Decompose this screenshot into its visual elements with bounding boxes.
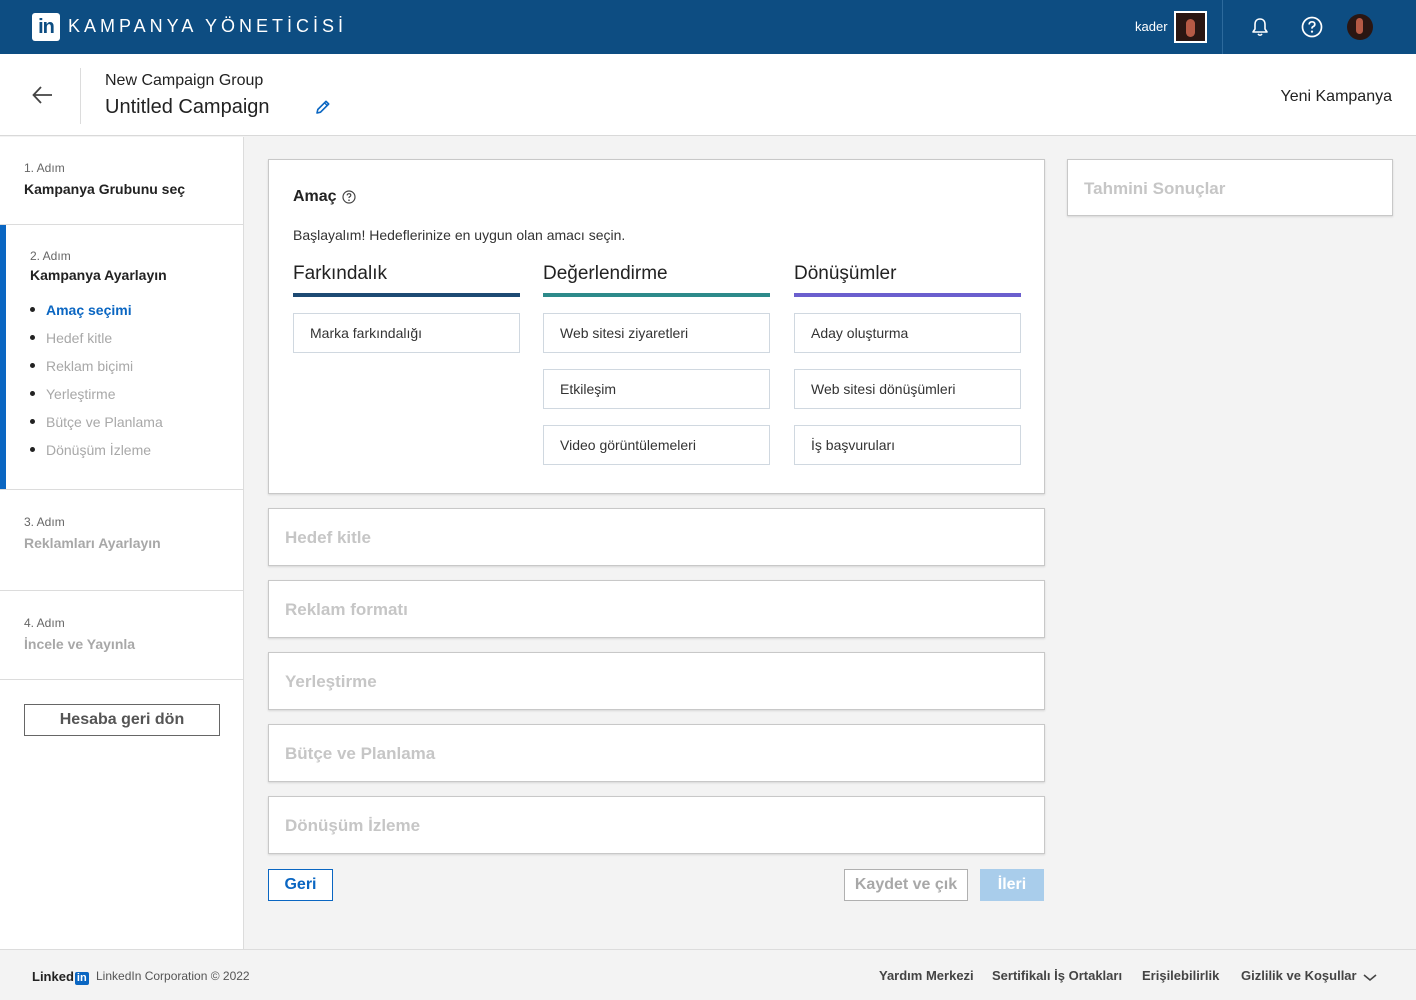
footer-brand-text: Linked	[32, 969, 74, 984]
step-title: Reklamları Ayarlayın	[24, 535, 161, 551]
step-number: 4. Adım	[24, 616, 65, 630]
column-accent-bar	[794, 293, 1021, 297]
copyright-text: LinkedIn Corporation © 2022	[96, 969, 250, 983]
back-arrow-icon[interactable]	[30, 82, 56, 108]
awareness-column: Farkındalık Marka farkındalığı	[293, 263, 520, 369]
step-number: 2. Adım	[30, 249, 71, 263]
objective-option[interactable]: Aday oluşturma	[794, 313, 1021, 353]
estimated-results-title: Tahmini Sonuçlar	[1084, 179, 1226, 198]
save-and-exit-button[interactable]: Kaydet ve çık	[844, 869, 968, 901]
column-title: Farkındalık	[293, 263, 387, 284]
objective-option[interactable]: İş başvuruları	[794, 425, 1021, 465]
conversions-column: Dönüşümler Aday oluşturma Web sitesi dön…	[794, 263, 1021, 481]
section-conversion-tracking[interactable]: Dönüşüm İzleme	[268, 796, 1045, 854]
step-number: 1. Adım	[24, 161, 65, 175]
return-to-account-button[interactable]: Hesaba geri dön	[24, 704, 220, 736]
question-icon[interactable]	[342, 190, 356, 204]
substep-budget[interactable]: Bütçe ve Planlama	[30, 413, 163, 441]
objective-option[interactable]: Video görüntülemeleri	[543, 425, 770, 465]
account-thumbnail[interactable]	[1174, 11, 1207, 43]
objective-option[interactable]: Marka farkındalığı	[293, 313, 520, 353]
substep-audience[interactable]: Hedef kitle	[30, 329, 163, 357]
new-campaign-label: Yeni Kampanya	[1280, 88, 1393, 105]
step-title: Kampanya Grubunu seç	[24, 181, 186, 197]
footer-link-accessibility[interactable]: Erişilebilirlik	[1142, 968, 1219, 983]
step-1[interactable]: 1. Adım Kampanya Grubunu seç	[0, 137, 244, 225]
substep-placement[interactable]: Yerleştirme	[30, 385, 163, 413]
campaign-group-name: New Campaign Group	[105, 72, 264, 89]
section-budget[interactable]: Bütçe ve Planlama	[268, 724, 1045, 782]
section-placement[interactable]: Yerleştirme	[268, 652, 1045, 710]
campaign-header: New Campaign Group Untitled Campaign Yen…	[0, 54, 1416, 136]
footer-brand-in: in	[74, 972, 89, 985]
section-label: Dönüşüm İzleme	[285, 816, 421, 835]
column-accent-bar	[293, 293, 520, 297]
bell-icon[interactable]	[1248, 15, 1272, 39]
section-label: Hedef kitle	[285, 528, 371, 547]
section-audience[interactable]: Hedef kitle	[268, 508, 1045, 566]
objective-card: Amaç Başlayalım! Hedeflerinize en uygun …	[268, 159, 1045, 494]
step-3[interactable]: 3. Adım Reklamları Ayarlayın	[0, 490, 244, 591]
objective-option[interactable]: Web sitesi dönüşümleri	[794, 369, 1021, 409]
step-2[interactable]: 2. Adım Kampanya Ayarlayın Amaç seçimi H…	[0, 225, 244, 490]
substep-ad-format[interactable]: Reklam biçimi	[30, 357, 163, 385]
substep-conversion[interactable]: Dönüşüm İzleme	[30, 441, 163, 469]
footer-link-privacy-terms[interactable]: Gizlilik ve Koşullar	[1241, 968, 1357, 983]
substep-objective[interactable]: Amaç seçimi	[30, 301, 163, 329]
section-label: Bütçe ve Planlama	[285, 744, 436, 763]
substep-list: Amaç seçimi Hedef kitle Reklam biçimi Ye…	[30, 301, 163, 469]
step-title: Kampanya Ayarlayın	[30, 267, 167, 283]
column-title: Dönüşümler	[794, 263, 897, 284]
header-divider	[80, 68, 81, 124]
objective-option[interactable]: Web sitesi ziyaretleri	[543, 313, 770, 353]
back-button[interactable]: Geri	[268, 869, 333, 901]
objective-title: Amaç	[293, 188, 337, 205]
footer-linkedin-logo: Linked in	[32, 969, 89, 985]
top-navigation-bar: in KAMPANYA YÖNETİCİSİ kader	[0, 0, 1416, 54]
objective-subtitle: Başlayalım! Hedeflerinize en uygun olan …	[293, 227, 626, 243]
profile-avatar[interactable]	[1347, 14, 1373, 40]
active-step-indicator	[0, 225, 6, 489]
column-accent-bar	[543, 293, 770, 297]
account-user-name[interactable]: kader	[1135, 19, 1168, 34]
steps-sidebar: 1. Adım Kampanya Grubunu seç 2. Adım Kam…	[0, 137, 244, 949]
section-label: Yerleştirme	[285, 672, 377, 691]
step-4[interactable]: 4. Adım İncele ve Yayınla	[0, 591, 244, 680]
footer-link-partners[interactable]: Sertifikalı İş Ortakları	[992, 968, 1122, 983]
topbar-divider	[1222, 0, 1223, 54]
help-icon[interactable]	[1300, 15, 1324, 39]
linkedin-logo[interactable]: in	[32, 13, 60, 41]
campaign-name: Untitled Campaign	[105, 96, 270, 118]
pencil-edit-icon[interactable]	[314, 98, 332, 116]
next-button[interactable]: İleri	[980, 869, 1044, 901]
objective-option[interactable]: Etkileşim	[543, 369, 770, 409]
footer-link-help-center[interactable]: Yardım Merkezi	[879, 968, 974, 983]
chevron-down-icon[interactable]	[1363, 970, 1377, 982]
step-title: İncele ve Yayınla	[24, 636, 136, 652]
step-number: 3. Adım	[24, 515, 65, 529]
section-ad-format[interactable]: Reklam formatı	[268, 580, 1045, 638]
app-title: KAMPANYA YÖNETİCİSİ	[68, 16, 348, 36]
estimated-results-card: Tahmini Sonuçlar	[1067, 159, 1393, 216]
column-title: Değerlendirme	[543, 263, 668, 284]
consideration-column: Değerlendirme Web sitesi ziyaretleri Etk…	[543, 263, 770, 481]
section-label: Reklam formatı	[285, 600, 408, 619]
footer: Linked in LinkedIn Corporation © 2022 Yar…	[0, 949, 1416, 1000]
